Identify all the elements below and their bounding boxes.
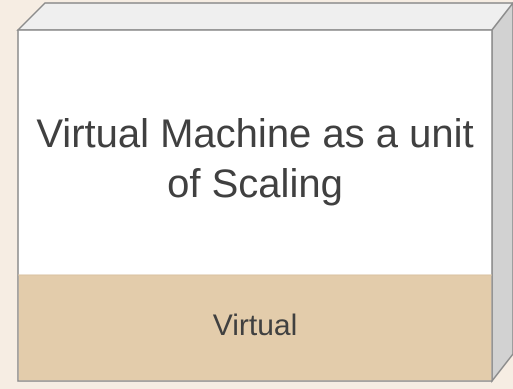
vm-scaling-label: Virtual Machine as a unit of Scaling	[36, 111, 474, 206]
diagram-canvas: Virtual Machine as a unit of Scaling Vir…	[0, 0, 513, 389]
box-side-face	[491, 1, 513, 384]
virtual-band-label: Virtual	[212, 309, 298, 342]
box-top-face	[16, 2, 513, 31]
